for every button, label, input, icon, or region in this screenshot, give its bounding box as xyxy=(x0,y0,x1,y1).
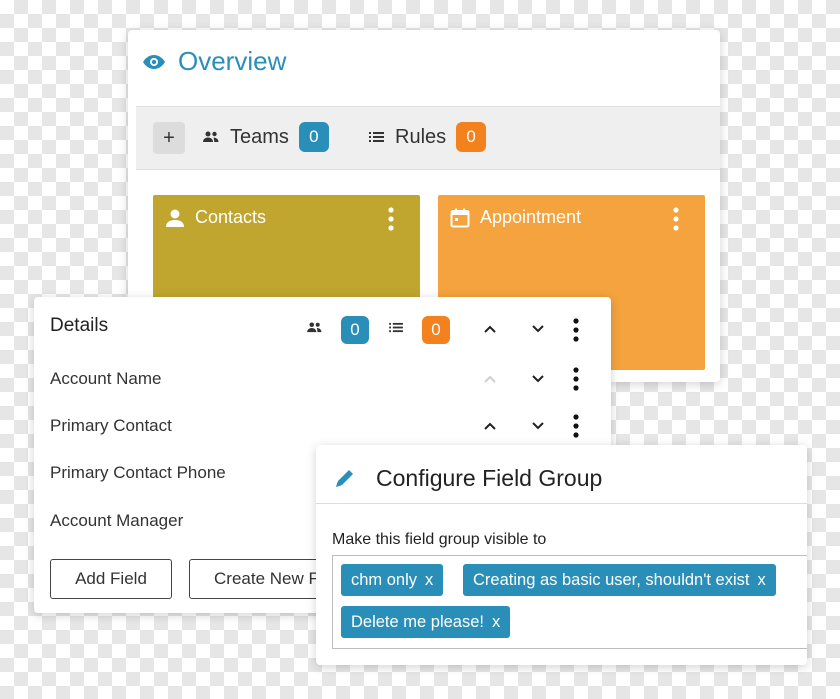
more-vertical-icon[interactable] xyxy=(573,367,579,391)
list-icon xyxy=(369,131,385,143)
rules-label: Rules xyxy=(395,125,447,148)
rules-count-badge: 0 xyxy=(422,316,450,344)
tag-label: chm only xyxy=(351,570,418,589)
tag-remove-icon[interactable]: x xyxy=(757,571,765,590)
configure-field-group-panel: Configure Field Group Make this field gr… xyxy=(316,445,807,665)
overview-toolbar: + Teams 0 Rules 0 xyxy=(136,106,720,170)
tag-remove-icon[interactable]: x xyxy=(492,613,500,632)
more-vertical-icon[interactable] xyxy=(388,207,394,231)
calendar-icon xyxy=(450,208,470,228)
tag-label: Creating as basic user, shouldn't exist xyxy=(473,570,750,589)
overview-title: Overview xyxy=(178,46,287,76)
person-icon xyxy=(165,208,185,228)
more-vertical-icon[interactable] xyxy=(573,414,579,438)
appointment-card-label: Appointment xyxy=(480,207,582,227)
rules-group[interactable]: Rules 0 xyxy=(369,122,487,152)
pencil-icon xyxy=(334,467,356,489)
visibility-tag-input[interactable]: chm only x Creating as basic user, shoul… xyxy=(332,555,807,649)
tag-chip[interactable]: Creating as basic user, shouldn't exist … xyxy=(463,564,776,596)
field-primary-contact-phone[interactable]: Primary Contact Phone xyxy=(50,463,226,483)
chevron-up-icon[interactable] xyxy=(484,422,496,430)
more-vertical-icon[interactable] xyxy=(673,207,679,231)
teams-label: Teams xyxy=(230,125,289,148)
group-icon xyxy=(306,322,323,333)
teams-count-badge: 0 xyxy=(298,122,329,152)
chevron-down-icon[interactable] xyxy=(532,422,544,430)
visibility-label: Make this field group visible to xyxy=(332,531,547,548)
tag-chip[interactable]: Delete me please! x xyxy=(341,606,511,638)
details-title: Details xyxy=(50,315,109,336)
tag-chip[interactable]: chm only x xyxy=(341,564,444,596)
add-field-button[interactable]: Add Field xyxy=(50,559,172,599)
rules-count-badge: 0 xyxy=(456,122,487,152)
teams-group[interactable]: Teams 0 xyxy=(202,122,329,152)
overview-header: Overview xyxy=(142,46,286,77)
chevron-up-icon xyxy=(484,375,496,383)
eye-icon xyxy=(142,54,166,70)
teams-count-badge: 0 xyxy=(341,316,369,344)
tag-remove-icon[interactable]: x xyxy=(425,571,433,590)
configure-title: Configure Field Group xyxy=(376,465,603,491)
add-button[interactable]: + xyxy=(153,122,185,154)
chevron-down-icon[interactable] xyxy=(532,325,544,333)
field-account-name[interactable]: Account Name xyxy=(50,369,162,389)
group-icon xyxy=(202,131,220,143)
chevron-up-icon[interactable] xyxy=(484,325,496,333)
field-primary-contact[interactable]: Primary Contact xyxy=(50,416,172,436)
contacts-card-label: Contacts xyxy=(195,207,267,227)
more-vertical-icon[interactable] xyxy=(573,318,579,342)
tag-label: Delete me please! xyxy=(351,612,484,631)
field-account-manager[interactable]: Account Manager xyxy=(50,511,183,531)
configure-header: Configure Field Group xyxy=(316,445,807,504)
list-icon xyxy=(389,322,404,333)
chevron-down-icon[interactable] xyxy=(532,375,544,383)
